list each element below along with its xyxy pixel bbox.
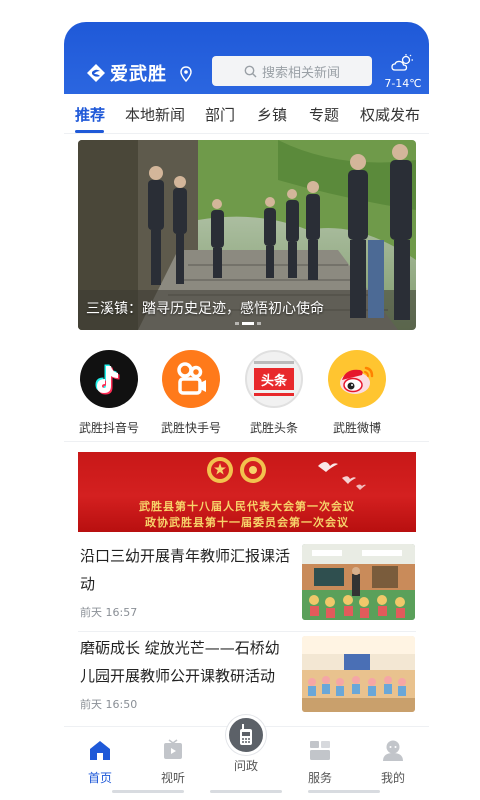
nav-label: 服务: [307, 771, 332, 785]
tab-recommend[interactable]: 推荐: [75, 104, 105, 125]
search-placeholder: 搜索相关新闻: [261, 65, 340, 81]
toutiao-icon-text: 头条: [254, 368, 294, 390]
bottom-navigation: 首页 视听 问政 服务 我的: [64, 715, 429, 800]
search-bar[interactable]: 搜索相关新闻: [212, 56, 372, 86]
app-logo: 爱武胜: [86, 60, 167, 86]
shortcut-douyin[interactable]: 武胜抖音号: [69, 350, 149, 436]
tab-departments[interactable]: 部门: [205, 104, 235, 125]
nav-label: 首页: [87, 771, 112, 785]
shortcut-label: 武胜头条: [249, 421, 298, 435]
toutiao-icon: 头条: [245, 350, 303, 408]
carousel-dot: [257, 322, 261, 325]
banner-carousel[interactable]: 三溪镇：踏寻历史足迹，感悟初心使命: [78, 140, 416, 330]
nav-inquiry[interactable]: 问政: [224, 715, 268, 774]
app-header: 爱武胜 搜索相关新闻 7-14℃: [64, 22, 429, 94]
news-title: 沿口三幼开展青年教师汇报课活动: [80, 547, 291, 593]
app-screen: 爱武胜 搜索相关新闻 7-14℃ 推荐 本地新闻 部门 乡镇 专题 权威发布 三…: [64, 22, 429, 800]
logo-icon: [87, 64, 105, 82]
news-item[interactable]: 沿口三幼开展青年教师汇报课活动 前天 16:57: [78, 542, 416, 632]
category-tabs: 推荐 本地新闻 部门 乡镇 专题 权威发布: [64, 94, 429, 134]
doves-icon: [318, 462, 366, 490]
shortcut-kuaishou[interactable]: 武胜快手号: [151, 350, 231, 436]
announcement-line-1: 武胜县第十八届人民代表大会第一次会议: [139, 500, 355, 513]
announcement-line-2: 政协武胜县第十一届委员会第一次会议: [145, 516, 349, 529]
tab-townships[interactable]: 乡镇: [257, 104, 287, 125]
carousel-dot-active: [242, 322, 254, 325]
nav-label: 问政: [233, 759, 258, 773]
tab-local-news[interactable]: 本地新闻: [125, 104, 185, 125]
news-item[interactable]: 磨砺成长 绽放光芒——石桥幼儿园开展教师公开课教研活动 前天 16:50: [78, 634, 416, 728]
weather-cloud-sun-icon: [391, 54, 413, 71]
national-emblem-icon: [207, 457, 233, 483]
nav-home[interactable]: 首页: [70, 739, 130, 786]
carousel-indicator: [235, 322, 261, 325]
shortcut-weibo[interactable]: 武胜微博: [317, 350, 397, 436]
service-icon: [310, 741, 330, 760]
shortcut-toutiao[interactable]: 头条 武胜头条: [234, 350, 314, 436]
tab-official-releases[interactable]: 权威发布: [360, 104, 420, 125]
home-icon: [90, 741, 110, 760]
nav-label: 视听: [160, 771, 185, 785]
cppcc-emblem-icon: [240, 457, 266, 483]
tab-special-topics[interactable]: 专题: [309, 104, 339, 125]
system-gesture-bar: [112, 790, 380, 794]
announcement-banner[interactable]: 武胜县第十八届人民代表大会第一次会议 政协武胜县第十一届委员会第一次会议: [78, 452, 416, 532]
kuaishou-icon: [162, 350, 220, 408]
news-time: 前天 16:50: [80, 698, 138, 711]
search-icon: [244, 65, 257, 77]
douyin-icon: [80, 350, 138, 408]
banner-caption: 三溪镇：踏寻历史足迹，感悟初心使命: [86, 301, 324, 317]
weibo-icon: [328, 350, 386, 408]
nav-profile[interactable]: 我的: [363, 739, 423, 786]
location-pin-icon[interactable]: [180, 66, 192, 82]
active-tab-indicator: [75, 130, 104, 133]
news-thumbnail: [302, 544, 415, 620]
walkie-talkie-icon: [226, 715, 266, 755]
media-shortcuts: 武胜抖音号 武胜快手号 头条 武胜头条 武胜微博: [64, 342, 429, 442]
shortcut-label: 武胜抖音号: [78, 421, 139, 435]
shortcut-label: 武胜微博: [332, 421, 381, 435]
carousel-dot: [235, 322, 239, 325]
weather-temperature: 7-14℃: [384, 77, 422, 90]
weather-widget[interactable]: 7-14℃: [382, 54, 424, 90]
news-time: 前天 16:57: [80, 606, 138, 619]
nav-audiovisual[interactable]: 视听: [143, 739, 203, 786]
nav-services[interactable]: 服务: [290, 739, 350, 786]
tv-icon: [164, 739, 182, 759]
shortcut-label: 武胜快手号: [160, 421, 221, 435]
app-name: 爱武胜: [110, 64, 167, 85]
news-title: 磨砺成长 绽放光芒——石桥幼儿园开展教师公开课教研活动: [80, 639, 280, 685]
user-icon: [383, 740, 403, 761]
news-thumbnail: [302, 636, 415, 712]
nav-label: 我的: [380, 771, 405, 785]
